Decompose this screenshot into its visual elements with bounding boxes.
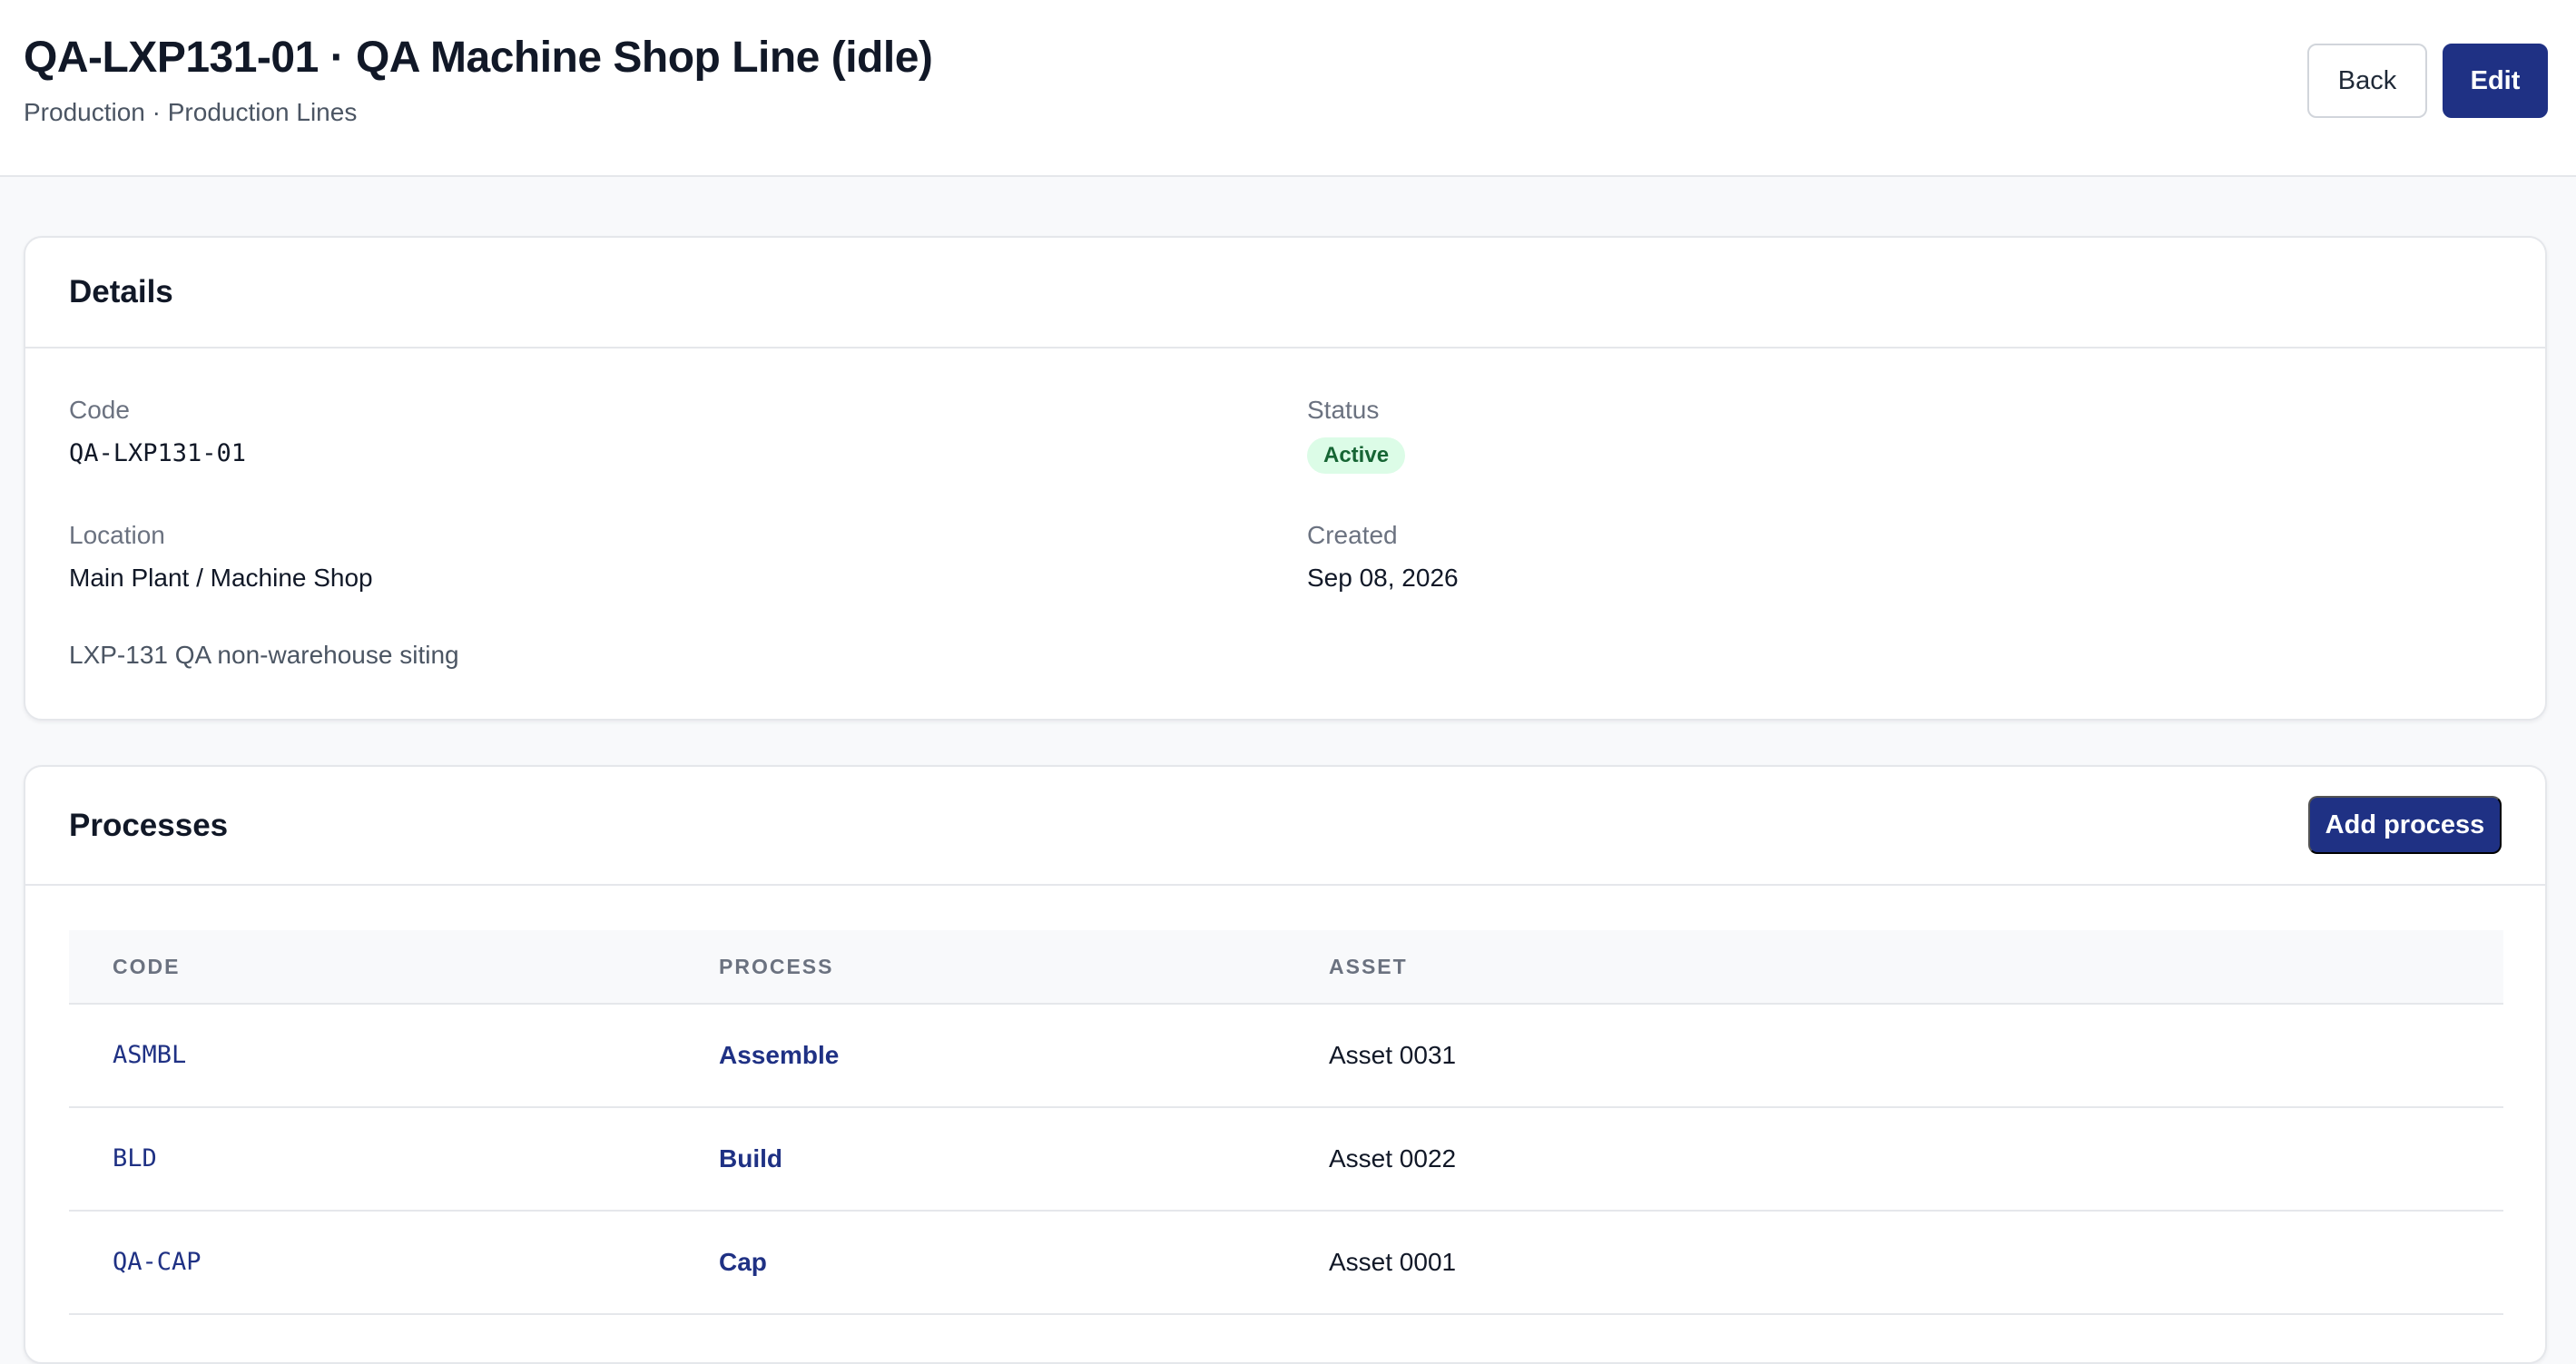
status-label: Status [1307,396,1380,424]
asset-cell: Asset 0022 [1329,1144,1457,1173]
status-badge: Active [1307,437,1406,474]
process-code-link[interactable]: QA-CAP [113,1248,202,1276]
code-value: QA-LXP131-01 [69,439,247,467]
details-title: Details [69,274,173,309]
location-value: Main Plant / Machine Shop [69,564,373,592]
table-row: ASMBL Assemble Asset 0031 [69,1005,2503,1108]
details-card-header: Details [25,238,2545,348]
breadcrumb: Production · Production Lines [24,98,358,126]
processes-card: Processes Add process CODE PROCESS ASSET… [24,765,2547,1364]
table-row: BLD Build Asset 0022 [69,1108,2503,1212]
asset-cell: Asset 0031 [1329,1041,1457,1069]
created-value: Sep 08, 2026 [1307,564,1459,592]
column-header-code: CODE [113,955,181,978]
column-header-process: PROCESS [719,955,834,978]
code-label: Code [69,396,130,424]
process-name-link[interactable]: Cap [719,1248,767,1277]
asset-cell: Asset 0001 [1329,1248,1457,1276]
location-label: Location [69,521,165,549]
edit-button[interactable]: Edit [2443,44,2548,118]
processes-title: Processes [69,808,229,843]
process-code-link[interactable]: BLD [113,1144,157,1173]
page-header: QA-LXP131-01 · QA Machine Shop Line (idl… [0,0,2576,177]
column-header-asset: ASSET [1329,955,1408,978]
page-title: QA-LXP131-01 · QA Machine Shop Line (idl… [24,34,933,82]
process-name-link[interactable]: Assemble [719,1041,839,1070]
back-button[interactable]: Back [2307,44,2427,118]
processes-table: CODE PROCESS ASSET ASMBL Assemble Asset … [69,930,2503,1315]
line-note: LXP-131 QA non-warehouse siting [69,641,459,669]
details-card: Details Code QA-LXP131-01 Status Active … [24,236,2547,721]
table-header: CODE PROCESS ASSET [69,930,2503,1005]
process-code-link[interactable]: ASMBL [113,1041,186,1069]
add-process-button[interactable]: Add process [2308,796,2502,854]
table-row: QA-CAP Cap Asset 0001 [69,1212,2503,1315]
processes-card-header: Processes Add process [25,767,2545,886]
created-label: Created [1307,521,1398,549]
process-name-link[interactable]: Build [719,1144,782,1173]
